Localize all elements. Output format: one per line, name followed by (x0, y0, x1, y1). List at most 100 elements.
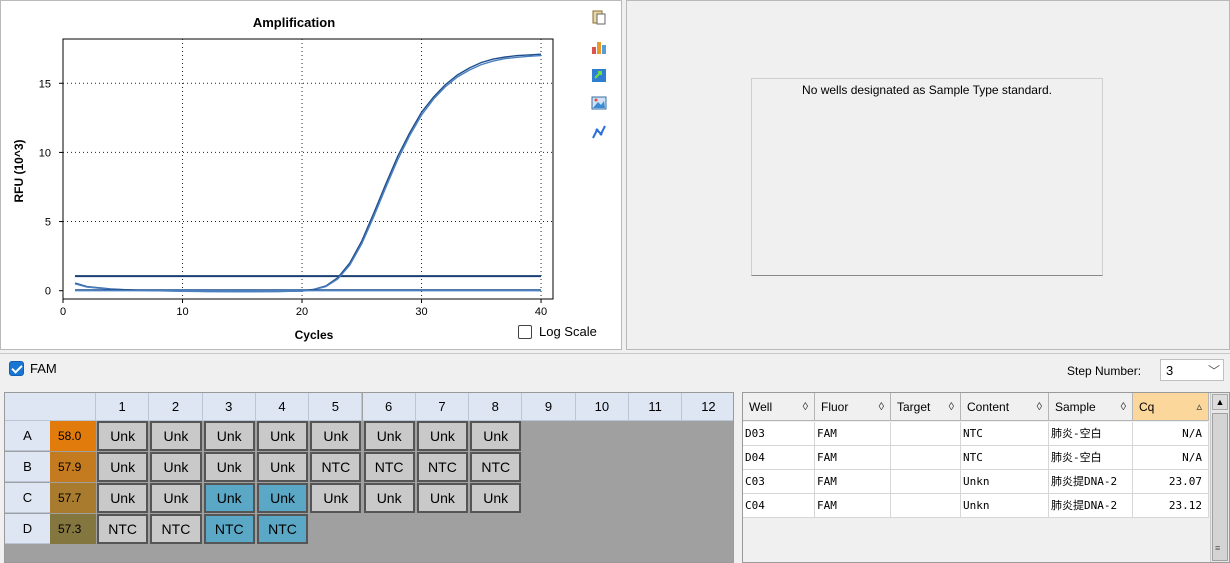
plate-row-header[interactable]: B (5, 452, 50, 482)
image-icon[interactable] (591, 95, 607, 111)
step-number-select[interactable]: 3 ﹀ (1160, 359, 1224, 381)
column-header-label: Target (897, 400, 931, 414)
plate-well[interactable]: Unk (363, 483, 415, 513)
plate-row-header[interactable]: C (5, 483, 50, 513)
plate-row-header[interactable]: D (5, 514, 50, 544)
plate-well[interactable]: Unk (203, 483, 255, 513)
plate-well[interactable]: Unk (363, 421, 415, 451)
y-tick-label: 0 (45, 286, 51, 298)
table-cell[interactable]: NTC (961, 446, 1049, 470)
plate-well[interactable]: Unk (97, 452, 149, 482)
plate-column-header[interactable]: 9 (522, 393, 576, 421)
plate-well[interactable]: Unk (150, 483, 202, 513)
plate-well[interactable]: Unk (97, 483, 149, 513)
plate-well[interactable]: Unk (416, 421, 469, 451)
plate-well[interactable]: Unk (256, 421, 309, 451)
table-cell[interactable]: 23.12 (1133, 494, 1209, 518)
table-cell[interactable]: 肺炎提DNA-2 (1049, 470, 1133, 494)
scroll-thumb[interactable] (1212, 413, 1228, 561)
table-cell[interactable] (891, 446, 961, 470)
column-header-cq[interactable]: Cq ▵ (1133, 393, 1209, 421)
column-header-well[interactable]: Well ◊ (743, 393, 815, 421)
plate-well[interactable]: Unk (203, 421, 255, 451)
plate-well[interactable]: NTC (97, 514, 149, 544)
table-cell[interactable]: FAM (815, 422, 891, 446)
line-style-icon[interactable] (591, 124, 607, 140)
table-cell[interactable]: Unkn (961, 494, 1049, 518)
no-standard-message: No wells designated as Sample Type stand… (802, 83, 1052, 97)
plate-column-header[interactable]: 3 (202, 393, 256, 421)
column-header-target[interactable]: Target ◊ (891, 393, 961, 421)
table-cell[interactable]: N/A (1133, 446, 1209, 470)
plate-column-header[interactable]: 7 (415, 393, 470, 421)
plot-area (62, 38, 554, 300)
amplification-chart: Amplification Cycles RFU (10^3) 0 10 20 30 4… (12, 15, 554, 342)
plate-well[interactable]: Unk (470, 421, 522, 451)
plate-well[interactable]: Unk (310, 421, 362, 451)
plate-well[interactable]: NTC (470, 452, 522, 482)
plate-well[interactable]: Unk (203, 452, 255, 482)
plate-column-header[interactable]: 2 (149, 393, 203, 421)
plate-column-header[interactable]: 5 (309, 393, 363, 421)
sort-icon: ◊ (878, 401, 884, 413)
plate-well[interactable]: Unk (256, 452, 309, 482)
table-cell[interactable]: 肺炎-空白 (1049, 446, 1133, 470)
plate-well[interactable]: Unk (416, 483, 469, 513)
plate-well[interactable]: NTC (256, 514, 309, 544)
table-cell[interactable] (891, 470, 961, 494)
fluor-selection-bar (0, 353, 1230, 385)
export-icon[interactable] (591, 67, 607, 83)
table-cell[interactable]: D03 (743, 422, 815, 446)
plate-column-header[interactable]: 12 (682, 393, 733, 421)
plate-column-header[interactable]: 1 (96, 393, 150, 421)
plate-well[interactable]: NTC (150, 514, 202, 544)
y-tick-label: 15 (39, 78, 51, 90)
plate-well[interactable]: NTC (310, 452, 362, 482)
table-cell[interactable]: N/A (1133, 422, 1209, 446)
plate-well[interactable]: NTC (416, 452, 469, 482)
table-cell[interactable]: FAM (815, 470, 891, 494)
chevron-down-icon: ﹀ (1208, 364, 1221, 378)
plate-well[interactable]: Unk (310, 483, 362, 513)
table-cell[interactable]: Unkn (961, 470, 1049, 494)
x-tick-label: 30 (415, 306, 427, 318)
plate-well[interactable]: Unk (256, 483, 309, 513)
sort-icon: ▵ (1196, 401, 1202, 413)
copy-icon[interactable] (591, 9, 607, 25)
plate-well[interactable]: Unk (470, 483, 522, 513)
table-cell[interactable]: FAM (815, 446, 891, 470)
plate-well[interactable]: NTC (363, 452, 415, 482)
table-cell[interactable]: NTC (961, 422, 1049, 446)
table-cell[interactable]: 23.07 (1133, 470, 1209, 494)
plate-column-header[interactable]: 6 (362, 393, 416, 421)
column-header-sample[interactable]: Sample ◊ (1049, 393, 1133, 421)
plate-well[interactable]: Unk (150, 452, 202, 482)
table-cell[interactable] (891, 422, 961, 446)
column-header-content[interactable]: Content ◊ (961, 393, 1049, 421)
table-cell[interactable]: FAM (815, 494, 891, 518)
log-scale-checkbox[interactable] (518, 325, 532, 339)
standard-curve-area: No wells designated as Sample Type stand… (751, 78, 1103, 276)
table-cell[interactable]: 肺炎-空白 (1049, 422, 1133, 446)
table-cell[interactable]: C03 (743, 470, 815, 494)
table-cell[interactable]: D04 (743, 446, 815, 470)
table-cell[interactable]: C04 (743, 494, 815, 518)
bar-chart-icon[interactable] (591, 39, 607, 55)
plate-row-header[interactable]: A (5, 421, 50, 451)
scroll-up-icon[interactable]: ▲ (1212, 394, 1228, 410)
table-cell[interactable]: 肺炎提DNA-2 (1049, 494, 1133, 518)
plate-column-header[interactable]: 4 (255, 393, 310, 421)
results-scrollbar[interactable]: ▲ ≡ (1210, 393, 1229, 562)
plate-well[interactable]: Unk (150, 421, 202, 451)
plate-corner (5, 393, 96, 421)
plate-column-header[interactable]: 10 (575, 393, 629, 421)
plate-well[interactable]: NTC (203, 514, 255, 544)
table-cell[interactable] (891, 494, 961, 518)
fam-checkbox[interactable] (9, 361, 24, 376)
plate-well[interactable]: Unk (97, 421, 149, 451)
column-header-label: Fluor (821, 400, 849, 414)
plate-column-header[interactable]: 8 (469, 393, 523, 421)
chart-title: Amplification (253, 15, 335, 30)
column-header-fluor[interactable]: Fluor ◊ (815, 393, 891, 421)
plate-column-header[interactable]: 11 (629, 393, 683, 421)
